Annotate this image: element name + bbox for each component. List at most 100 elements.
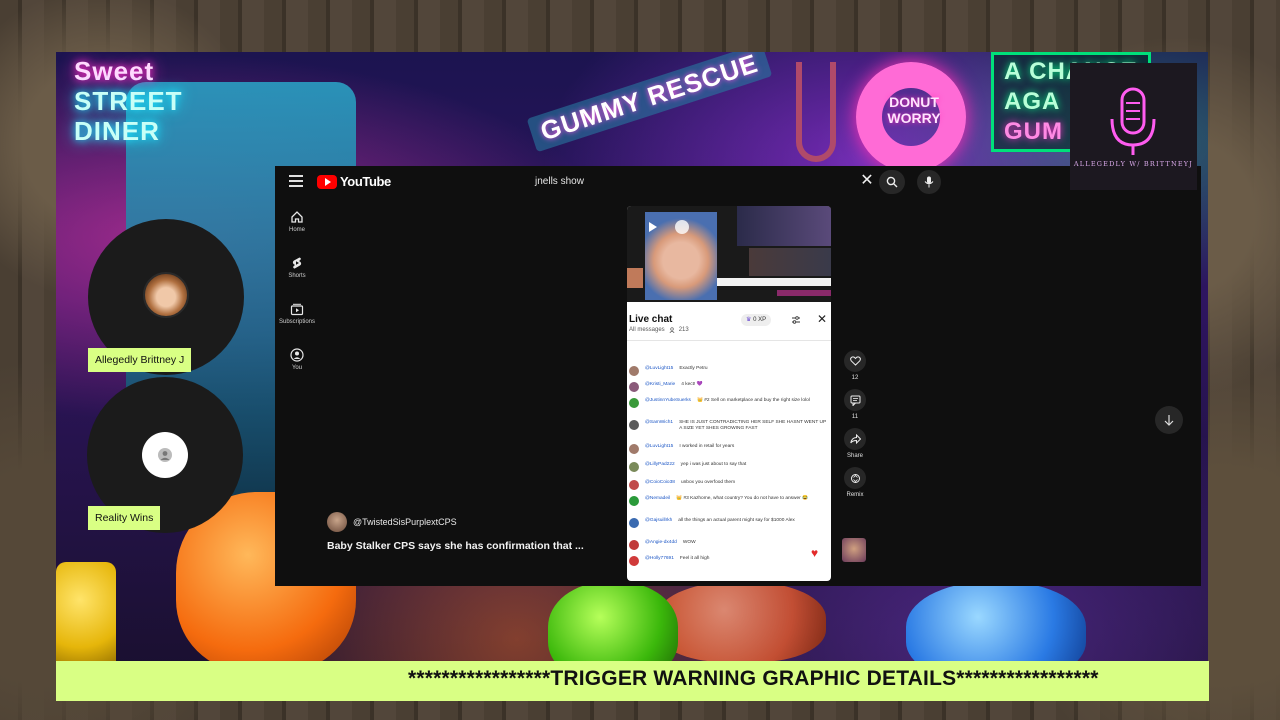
- chat-avatar: [629, 480, 639, 490]
- chat-author[interactable]: @Holly77691: [645, 556, 674, 562]
- clear-search-icon[interactable]: ✕: [859, 173, 875, 189]
- channel-avatar[interactable]: [327, 512, 347, 532]
- chat-avatar: [629, 518, 639, 528]
- chat-avatar: [629, 462, 639, 472]
- channel-name[interactable]: @TwistedSisPurplextCPS: [353, 517, 457, 527]
- search-icon: [886, 176, 898, 188]
- chat-message[interactable]: @Holly77691 Feel it all high: [629, 556, 829, 566]
- chat-author[interactable]: @LillyPad222: [645, 462, 675, 468]
- chat-text: unbox you overfood them: [680, 480, 736, 485]
- yellow-cone-art: [56, 562, 116, 670]
- youtube-logo[interactable]: YouTube: [317, 174, 391, 189]
- chat-author[interactable]: @SamWich1: [645, 420, 673, 426]
- podcast-caption: ALLEGEDLY W/ BRITTNEYJ: [1073, 160, 1194, 168]
- chat-message[interactable]: @JustinnYubeSuerks 👑 #2 Sell on marketpl…: [629, 398, 829, 408]
- diner-sign-line1: Sweet: [74, 56, 155, 86]
- diner-sign-line3: DINER: [74, 116, 160, 146]
- chat-message[interactable]: @Nemadeil 👑 #3 Kazhome, what country? Yo…: [629, 496, 829, 506]
- remix-button[interactable]: [844, 467, 866, 489]
- short-video-player[interactable]: Live chat All messages 213 ♛ 0 XP ✕ @Luv…: [627, 206, 831, 581]
- blue-gummy-bear-art: [906, 582, 1086, 670]
- donut-sign-text: DONUT WORRY: [887, 94, 941, 126]
- remix-action[interactable]: Remix: [840, 467, 870, 498]
- sidebar-item-label: Shorts: [288, 273, 306, 279]
- sidebar-item-label: You: [291, 365, 303, 371]
- like-button[interactable]: [844, 350, 866, 372]
- chat-avatar: [629, 444, 639, 454]
- chat-message[interactable]: @LuvLight15 I worked in retail for years: [629, 444, 829, 454]
- comments-button[interactable]: [844, 389, 866, 411]
- chat-avatar: [629, 366, 639, 376]
- sidebar-item-label: Subscriptions: [278, 319, 316, 325]
- next-video-button[interactable]: [1155, 406, 1183, 434]
- microphone-icon: [924, 176, 934, 188]
- channel-row[interactable]: @TwistedSisPurplextCPS: [327, 512, 584, 532]
- participant-avatar-1: [143, 272, 189, 318]
- chat-message[interactable]: @Gajsuillrkh all the things an actual pa…: [629, 518, 829, 528]
- short-caption[interactable]: Baby Stalker CPS says she has confirmati…: [327, 540, 584, 552]
- chat-author[interactable]: @Nemadeil: [645, 496, 670, 502]
- green-gummy-bear-art: [548, 582, 678, 670]
- chat-message[interactable]: @CoioCoio38 unbox you overfood them: [629, 480, 829, 490]
- orange-gummy-bear-art-2: [656, 582, 826, 662]
- chat-author[interactable]: @CoioCoio38: [645, 480, 675, 486]
- short-metadata: @TwistedSisPurplextCPS Baby Stalker CPS …: [327, 512, 584, 552]
- youtube-sidebar: Home Shorts Subscriptions You: [275, 206, 319, 390]
- comment-action[interactable]: 11: [840, 389, 870, 420]
- sidebar-item-home[interactable]: Home: [275, 206, 319, 252]
- sound-thumbnail[interactable]: [842, 538, 866, 562]
- comment-icon: [850, 395, 860, 406]
- chat-message[interactable]: @Kristi_Marie 4 kect! 💜: [629, 382, 829, 392]
- arrow-down-icon: [1164, 415, 1174, 426]
- user-icon: [290, 348, 304, 362]
- chat-author[interactable]: @JustinnYubeSuerks: [645, 398, 691, 404]
- share-icon: [849, 434, 861, 444]
- participant-avatar-2: [142, 432, 188, 478]
- sidebar-item-you[interactable]: You: [275, 344, 319, 390]
- chat-avatar: [629, 382, 639, 392]
- chat-author[interactable]: @Angie-dx4dd: [645, 540, 677, 546]
- chat-text: 👑 #2 Sell on marketplace and buy the rig…: [696, 398, 810, 403]
- like-action[interactable]: 12: [840, 350, 870, 381]
- participant-name-tag: Allegedly Brittney J: [88, 348, 192, 372]
- search-input[interactable]: jnells show: [535, 176, 584, 187]
- chat-text: all the things an actual parent might sa…: [678, 518, 795, 523]
- sidebar-item-label: Home: [288, 227, 305, 233]
- chat-text: Exactly Petru: [679, 366, 708, 371]
- menu-icon[interactable]: [289, 175, 303, 187]
- live-chat-messages: @LuvLight15 Exactly Petru @Kristi_Marie …: [627, 206, 831, 581]
- chat-text: WOW: [682, 540, 696, 545]
- share-button[interactable]: [844, 428, 866, 450]
- chat-avatar: [629, 398, 639, 408]
- chat-author[interactable]: @Kristi_Marie: [645, 382, 675, 388]
- search-button[interactable]: [879, 170, 905, 194]
- like-count: 12: [851, 375, 859, 381]
- subscriptions-icon: [290, 303, 304, 316]
- heart-reaction-icon[interactable]: ♥: [811, 546, 818, 560]
- chat-author[interactable]: @Gajsuillrkh: [645, 518, 672, 524]
- remix-icon: [850, 473, 860, 483]
- sidebar-item-subscriptions[interactable]: Subscriptions: [275, 298, 319, 344]
- shorts-icon: [292, 257, 302, 269]
- voice-search-button[interactable]: [917, 170, 941, 194]
- warning-ticker: *****************TRIGGER WARNING GRAPHIC…: [56, 661, 1209, 701]
- chat-message[interactable]: @LuvLight15 Exactly Petru: [629, 366, 829, 376]
- chat-author[interactable]: @LuvLight15: [645, 366, 673, 372]
- share-label: Share: [846, 453, 863, 459]
- chat-text: yep i was just about to say that: [680, 462, 747, 467]
- youtube-window: YouTube jnells show ✕ Home Shorts Subscr…: [275, 166, 1201, 586]
- chat-message[interactable]: @SamWich1 SHE IS JUST CONTRADICTING HER …: [629, 420, 829, 432]
- microphone-logo-icon: [1110, 87, 1156, 155]
- diner-neon-sign: Sweet STREET DINER: [74, 56, 234, 146]
- chat-message[interactable]: @Angie-dx4dd WOW: [629, 540, 829, 550]
- chat-message[interactable]: @LillyPad222 yep i was just about to say…: [629, 462, 829, 472]
- default-user-icon: [158, 448, 172, 462]
- youtube-play-icon: [317, 174, 337, 189]
- sidebar-item-shorts[interactable]: Shorts: [275, 252, 319, 298]
- chat-text: 4 kect! 💜: [681, 382, 703, 387]
- chat-author[interactable]: @LuvLight15: [645, 444, 673, 450]
- short-actions: 12 11 Share Remix: [840, 350, 870, 506]
- chat-avatar: [629, 420, 639, 430]
- remix-label: Remix: [846, 492, 864, 498]
- share-action[interactable]: Share: [840, 428, 870, 459]
